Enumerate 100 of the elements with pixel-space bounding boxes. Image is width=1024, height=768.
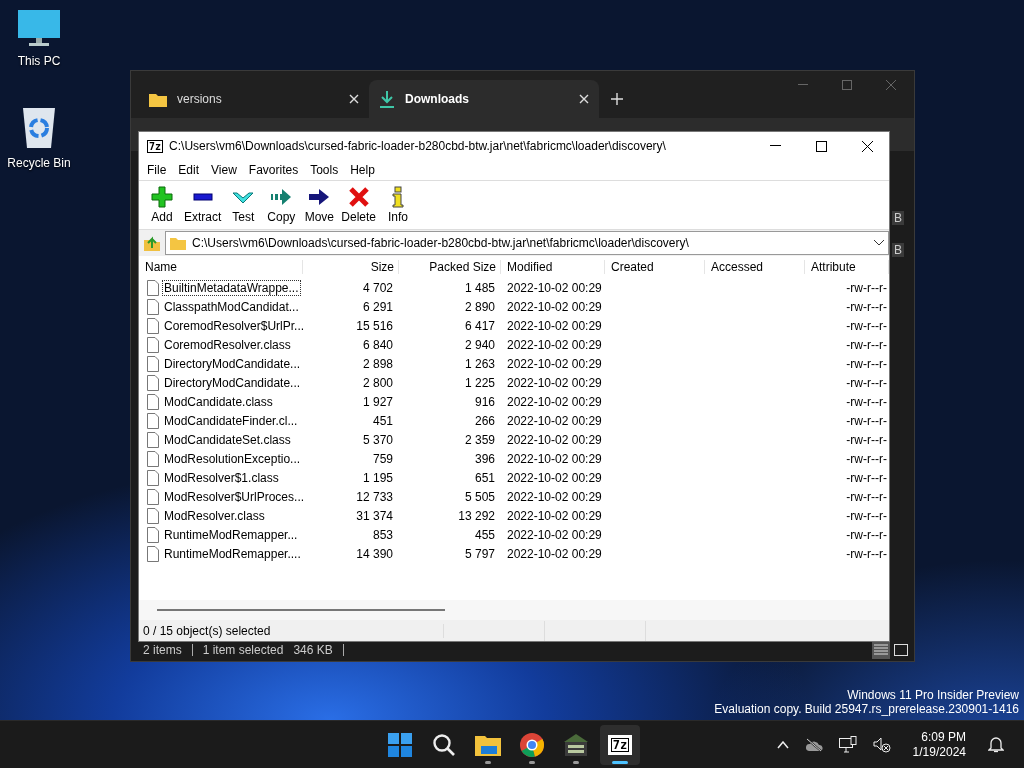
toolbar-button[interactable]: Move (300, 186, 339, 224)
minimize-icon[interactable] (770, 145, 781, 147)
build-info-text: Evaluation copy. Build 25947.rs_prerelease.230901-1416 (714, 702, 1019, 716)
table-cell-text: -rw-r--r- (845, 470, 888, 485)
toolbar-button[interactable]: Copy (262, 186, 301, 224)
maximize-icon[interactable] (816, 140, 827, 152)
table-cell-text: 2022-10-02 00:29 (506, 356, 603, 371)
toolbar-button[interactable]: Delete (338, 186, 380, 224)
file-name[interactable]: CoremodResolver.class (162, 336, 293, 353)
desktop-icon-label[interactable]: This PC (17, 54, 61, 68)
table-cell-text: 15 516 (355, 318, 394, 333)
cloud-off-icon[interactable] (804, 737, 823, 752)
table-cell-text: 5 797 (463, 546, 496, 561)
table-cell-text: 2022-10-02 00:29 (506, 470, 603, 485)
file-icon (147, 526, 159, 543)
file-name[interactable]: ModResolver.class (162, 507, 267, 524)
column-header[interactable]: Accessed (705, 260, 805, 274)
close-tab-icon[interactable] (579, 94, 589, 104)
column-header[interactable]: Size (303, 260, 399, 274)
folder-icon (475, 733, 501, 756)
file-name[interactable]: ModCandidate.class (162, 393, 275, 410)
file-name[interactable]: DirectoryModCandidate... (162, 374, 303, 391)
status-text: 1 item selected (202, 643, 284, 657)
explorer-tab[interactable]: versions (139, 80, 369, 118)
game-icon (563, 732, 589, 757)
table-cell-text: -rw-r--r- (845, 489, 888, 504)
table-cell-text: -rw-r--r- (845, 337, 888, 352)
file-icon (147, 507, 159, 524)
bell-icon[interactable] (988, 736, 1004, 753)
table-cell-text: 2022-10-02 00:29 (506, 527, 603, 542)
table-cell-text: 1 195 (361, 470, 394, 485)
table-cell-text: 2022-10-02 00:29 (506, 299, 603, 314)
up-folder-icon[interactable] (143, 234, 161, 252)
file-name[interactable]: ClasspathModCandidat... (162, 298, 301, 315)
scrollbar-thumb[interactable] (157, 609, 445, 611)
file-name[interactable]: ModCandidateSet.class (162, 431, 293, 448)
column-header[interactable]: Modified (501, 260, 605, 274)
table-cell-text: 1 225 (463, 375, 496, 390)
table-cell-text: 6 840 (361, 337, 394, 352)
volume-muted-icon[interactable] (872, 736, 891, 753)
browser-icon (520, 732, 544, 757)
close-tab-icon[interactable] (349, 94, 359, 104)
toolbar-button[interactable]: Extract (181, 186, 225, 224)
toolbar-button[interactable]: Info (379, 186, 418, 224)
table-cell-text: -rw-r--r- (845, 318, 888, 333)
file-name[interactable]: CoremodResolver$UrlPr... (162, 317, 307, 334)
column-header[interactable]: Name (139, 260, 303, 274)
table-cell-text: 6 291 (361, 299, 394, 314)
table-cell-text: 13 292 (457, 508, 496, 523)
table-cell-text: 14 390 (355, 546, 394, 561)
menu-item[interactable]: File (141, 163, 173, 177)
clock-time[interactable]: 6:09 PM (921, 729, 966, 745)
file-name[interactable]: ModResolutionExceptio... (162, 450, 303, 467)
file-name[interactable]: RuntimeModRemapper.... (162, 545, 303, 562)
file-icon (147, 336, 159, 353)
table-cell-text: 31 374 (355, 508, 394, 523)
new-tab-icon[interactable] (611, 93, 623, 105)
taskbar-button[interactable]: 7z (600, 724, 640, 765)
table-cell-text: 451 (371, 413, 394, 428)
path-field[interactable]: C:\Users\vm6\Downloads\cursed-fabric-loader-b280cbd-btw.jar\net\fabricmc\loader\discovery\ (165, 231, 889, 255)
table-cell-text: 759 (371, 451, 394, 466)
network-icon[interactable] (838, 736, 857, 753)
file-name[interactable]: ModCandidateFinder.cl... (162, 412, 300, 429)
table-cell-text: 853 (371, 527, 394, 542)
explorer-tab[interactable]: Downloads (369, 80, 599, 118)
table-cell-text: 2022-10-02 00:29 (506, 432, 603, 447)
file-name[interactable]: DirectoryModCandidate... (162, 355, 303, 372)
column-header[interactable]: Attribute (805, 260, 889, 274)
info-icon (391, 186, 406, 208)
chevron-up-icon[interactable] (776, 740, 789, 749)
menu-item[interactable]: View (205, 163, 243, 177)
table-cell-text: 2022-10-02 00:29 (506, 280, 603, 295)
file-name[interactable]: ModResolver$UrlProces... (162, 488, 307, 505)
file-name[interactable]: BuiltinMetadataWrappe... (162, 279, 301, 296)
close-icon[interactable] (862, 140, 873, 152)
clock-date[interactable]: 1/19/2024 (912, 744, 966, 760)
tiles-view-button[interactable] (892, 641, 910, 659)
desktop-icon-label[interactable]: Recycle Bin (7, 156, 71, 170)
dropdown-caret-icon[interactable] (874, 240, 884, 246)
table-cell-text: 2 800 (361, 375, 394, 390)
file-name[interactable]: ModResolver$1.class (162, 469, 281, 486)
table-cell-text: 2022-10-02 00:29 (506, 413, 603, 428)
column-header[interactable]: Packed Size (399, 260, 501, 274)
table-cell-text: 2022-10-02 00:29 (506, 451, 603, 466)
plus-icon (151, 186, 173, 208)
status-text: 2 items (143, 643, 182, 657)
column-header[interactable]: Created (605, 260, 705, 274)
toolbar-button[interactable]: Add (143, 186, 181, 224)
table-cell-text: 455 (473, 527, 496, 542)
menu-item[interactable]: Edit (172, 163, 206, 177)
table-cell-text: 6 417 (463, 318, 496, 333)
menu-item[interactable]: Favorites (242, 163, 305, 177)
monitor-icon[interactable] (17, 8, 61, 48)
file-icon (147, 469, 159, 486)
file-name[interactable]: RuntimeModRemapper... (162, 526, 300, 543)
menu-item[interactable]: Tools (304, 163, 345, 177)
table-cell-text: 2022-10-02 00:29 (506, 489, 603, 504)
list-text-fragment: B (892, 243, 904, 257)
menu-item[interactable]: Help (344, 163, 381, 177)
toolbar-button[interactable]: Test (224, 186, 263, 224)
